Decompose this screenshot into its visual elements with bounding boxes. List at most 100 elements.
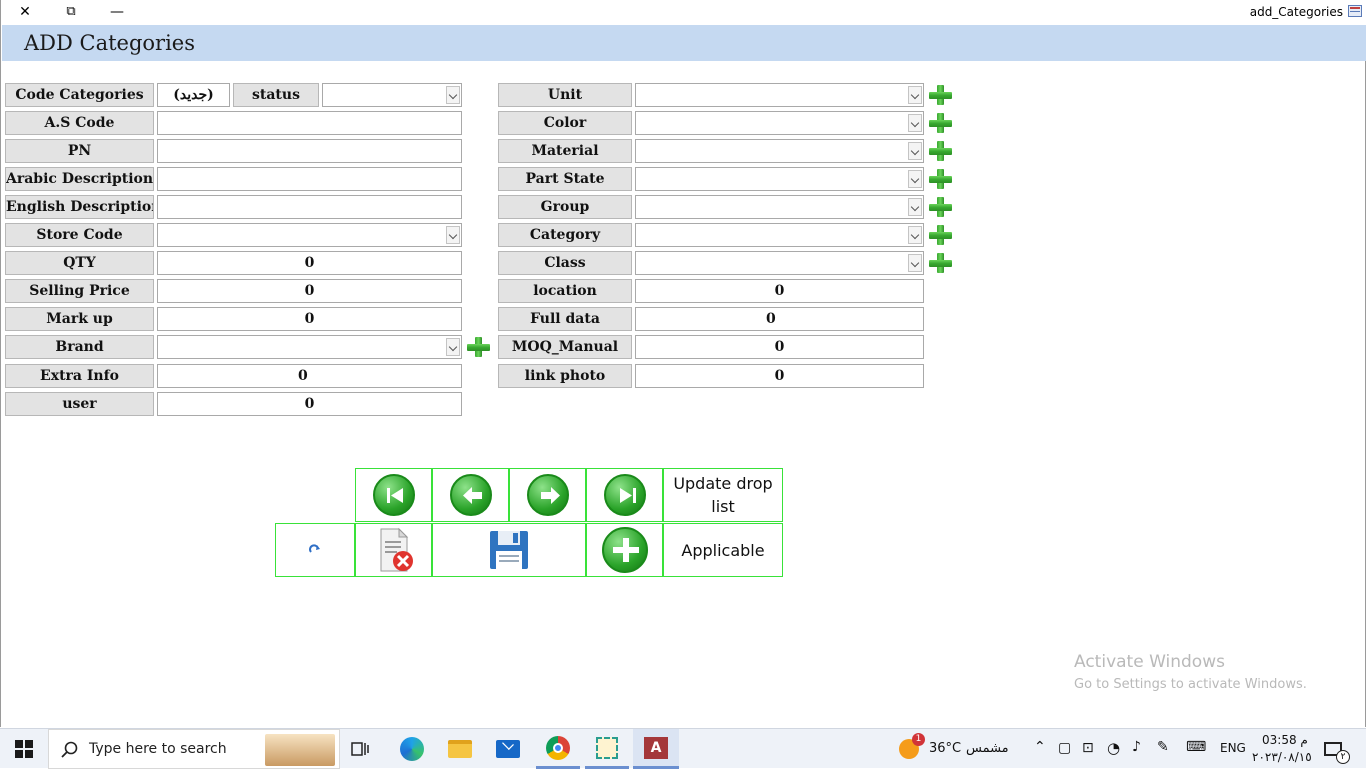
chevron-up-icon[interactable]: ⌃ bbox=[1034, 739, 1046, 755]
class-label: Class bbox=[498, 251, 632, 275]
folder-icon bbox=[448, 740, 472, 758]
weather-badge: 1 bbox=[912, 733, 925, 746]
taskbar-search-box[interactable]: Type here to search bbox=[48, 729, 340, 769]
applicable-label: Applicable bbox=[681, 540, 765, 560]
close-icon[interactable]: ✕ bbox=[13, 2, 37, 22]
add-brand-plus-icon[interactable] bbox=[464, 335, 492, 359]
mail-button[interactable] bbox=[488, 729, 528, 769]
chevron-down-icon[interactable] bbox=[908, 86, 922, 104]
markup-field[interactable]: 0 bbox=[157, 307, 462, 331]
chevron-down-icon[interactable] bbox=[908, 142, 922, 160]
pn-field[interactable] bbox=[157, 139, 462, 163]
group-label: Group bbox=[498, 195, 632, 219]
add-class-plus-icon[interactable] bbox=[926, 251, 954, 275]
page-title: ADD Categories bbox=[24, 31, 196, 55]
chevron-down-icon[interactable] bbox=[908, 254, 922, 272]
restore-icon[interactable]: ⧉ bbox=[59, 2, 83, 22]
applicable-button[interactable]: Applicable bbox=[663, 523, 783, 577]
location-field[interactable]: 0 bbox=[635, 279, 924, 303]
chevron-down-icon[interactable] bbox=[446, 338, 460, 356]
add-material-plus-icon[interactable] bbox=[926, 139, 954, 163]
moq-manual-field[interactable]: 0 bbox=[635, 335, 924, 359]
sun-icon: 1 bbox=[899, 733, 925, 759]
unit-combo[interactable] bbox=[635, 83, 924, 107]
meet-now-icon[interactable]: ▢ bbox=[1058, 740, 1071, 756]
pn-label: PN bbox=[5, 139, 154, 163]
qty-label: QTY bbox=[5, 251, 154, 275]
add-record-button[interactable] bbox=[586, 523, 663, 577]
as-code-field[interactable] bbox=[157, 111, 462, 135]
title-bar: ✕ ⧉ — add_Categories bbox=[1, 0, 1366, 25]
link-photo-field[interactable]: 0 bbox=[635, 364, 924, 388]
snip-icon bbox=[596, 736, 618, 759]
network-icon[interactable]: ⊡ bbox=[1082, 740, 1094, 756]
chevron-down-icon[interactable] bbox=[908, 170, 922, 188]
selling-price-label: Selling Price bbox=[5, 279, 154, 303]
add-category-plus-icon[interactable] bbox=[926, 223, 954, 247]
code-categories-field[interactable]: (جديد) bbox=[157, 83, 230, 107]
clock-date[interactable]: ٢٠٢٣/٠٨/١٥ bbox=[1252, 750, 1312, 764]
language-indicator[interactable]: ENG bbox=[1220, 741, 1246, 755]
first-record-button[interactable] bbox=[355, 468, 432, 522]
save-disk-icon bbox=[490, 531, 528, 569]
wifi-icon[interactable]: ◔ bbox=[1107, 739, 1120, 757]
material-combo[interactable] bbox=[635, 139, 924, 163]
snipping-tool-button[interactable] bbox=[585, 729, 629, 769]
plus-circle-icon bbox=[601, 527, 648, 573]
brand-combo[interactable] bbox=[157, 335, 462, 359]
user-label: user bbox=[5, 392, 154, 416]
status-combo[interactable] bbox=[322, 83, 462, 107]
notification-center-button[interactable]: ٢ bbox=[1320, 729, 1350, 769]
color-combo[interactable] bbox=[635, 111, 924, 135]
extra-info-field[interactable]: 0 bbox=[157, 364, 462, 388]
file-explorer-button[interactable] bbox=[440, 729, 480, 769]
task-view-button[interactable] bbox=[344, 729, 376, 769]
part-state-combo[interactable] bbox=[635, 167, 924, 191]
user-field[interactable]: 0 bbox=[157, 392, 462, 416]
chevron-down-icon[interactable] bbox=[908, 226, 922, 244]
add-color-plus-icon[interactable] bbox=[926, 111, 954, 135]
category-combo[interactable] bbox=[635, 223, 924, 247]
pen-icon[interactable]: ✎ bbox=[1157, 739, 1169, 755]
extra-info-label: Extra Info bbox=[5, 364, 154, 388]
chevron-down-icon[interactable] bbox=[446, 226, 460, 244]
volume-icon[interactable]: ♪ bbox=[1132, 739, 1141, 755]
activate-windows-title: Activate Windows bbox=[1074, 652, 1225, 672]
edge-icon bbox=[400, 737, 424, 761]
english-description-field[interactable] bbox=[157, 195, 462, 219]
start-button[interactable] bbox=[0, 729, 48, 769]
add-part-state-plus-icon[interactable] bbox=[926, 167, 954, 191]
clock-time[interactable]: 03:58 م bbox=[1262, 733, 1308, 747]
full-data-field[interactable]: 0 bbox=[635, 307, 924, 331]
undo-button[interactable] bbox=[275, 523, 355, 577]
update-drop-list-button[interactable]: Update drop list bbox=[663, 468, 783, 522]
form-header: ADD Categories bbox=[2, 25, 1366, 61]
last-record-button[interactable] bbox=[586, 468, 663, 522]
edge-button[interactable] bbox=[392, 729, 432, 769]
chevron-down-icon[interactable] bbox=[908, 198, 922, 216]
weather-temp: 36°C bbox=[929, 741, 962, 756]
part-state-label: Part State bbox=[498, 167, 632, 191]
arabic-description-field[interactable] bbox=[157, 167, 462, 191]
qty-field[interactable]: 0 bbox=[157, 251, 462, 275]
previous-record-button[interactable] bbox=[432, 468, 509, 522]
weather-widget[interactable]: 1 bbox=[896, 729, 925, 769]
notification-count: ٢ bbox=[1336, 750, 1350, 764]
access-button[interactable]: A bbox=[633, 729, 679, 769]
save-record-button[interactable] bbox=[432, 523, 586, 577]
chevron-down-icon[interactable] bbox=[908, 114, 922, 132]
next-record-button[interactable] bbox=[509, 468, 586, 522]
location-label: location bbox=[498, 279, 632, 303]
selling-price-field[interactable]: 0 bbox=[157, 279, 462, 303]
moq-manual-label: MOQ_Manual bbox=[498, 335, 632, 359]
class-combo[interactable] bbox=[635, 251, 924, 275]
delete-record-button[interactable] bbox=[355, 523, 432, 577]
chevron-down-icon[interactable] bbox=[446, 86, 460, 104]
minimize-icon[interactable]: — bbox=[105, 2, 129, 22]
keyboard-icon[interactable]: ⌨ bbox=[1186, 739, 1206, 755]
group-combo[interactable] bbox=[635, 195, 924, 219]
add-unit-plus-icon[interactable] bbox=[926, 83, 954, 107]
add-group-plus-icon[interactable] bbox=[926, 195, 954, 219]
chrome-button[interactable] bbox=[536, 729, 580, 769]
store-code-combo[interactable] bbox=[157, 223, 462, 247]
